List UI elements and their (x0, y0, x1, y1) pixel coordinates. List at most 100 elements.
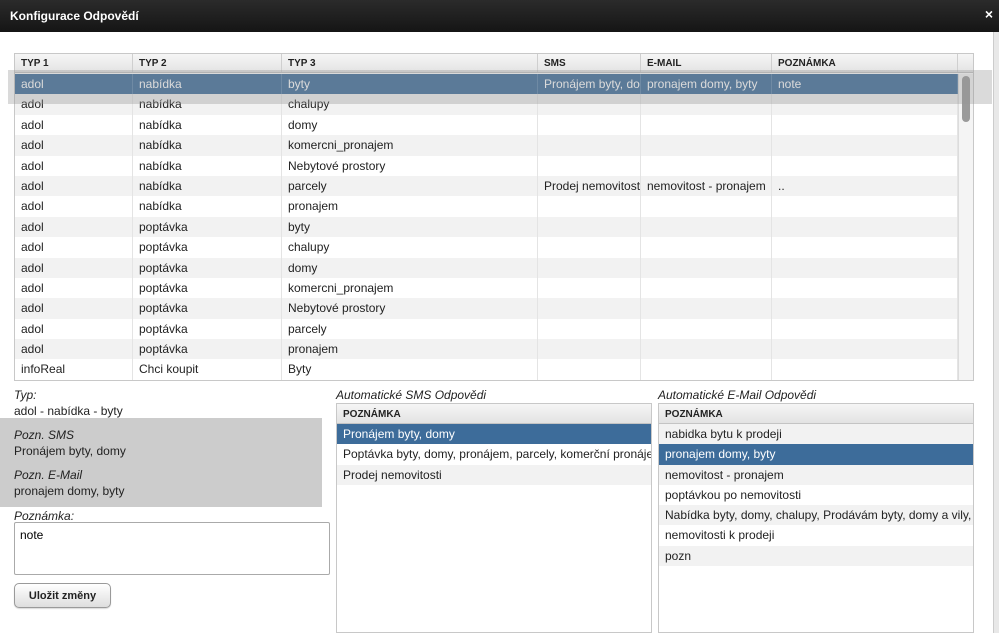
cell-sms (538, 359, 641, 380)
cell-poznamka (772, 216, 958, 238)
cell-typ1: adol (15, 339, 133, 360)
cell-typ2: nabídka (133, 135, 282, 156)
cell-sms (538, 155, 641, 176)
cell-typ2: nabídka (133, 74, 282, 95)
cell-poznamka (772, 339, 958, 360)
cell-typ3: Byty (282, 359, 538, 380)
window-scrollbar[interactable] (993, 32, 999, 633)
email-responses-list: POZNÁMKA nabidka bytu k prodeji pronajem … (658, 403, 974, 633)
cell-email (641, 114, 772, 136)
sms-list-header[interactable]: POZNÁMKA (337, 404, 651, 424)
table-row[interactable]: adol nabídka chalupy (15, 94, 959, 115)
cell-typ1: adol (15, 114, 133, 136)
table-row[interactable]: adolnabídkabytyPronájem byty, domypronaj… (15, 74, 959, 95)
list-item[interactable]: poptávkou po nemovitosti (659, 485, 973, 505)
cell-typ2: nabídka (133, 94, 282, 115)
cell-typ3: pronajem (282, 339, 538, 360)
list-item[interactable]: nemovitosti k prodeji (659, 525, 973, 545)
cell-sms (538, 135, 641, 156)
sms-list-body: Pronájem byty, domy Poptávka byty, domy, … (337, 424, 651, 485)
cell-typ1: adol (15, 175, 133, 197)
list-item[interactable]: Poptávka byty, domy, pronájem, parcely, … (337, 444, 651, 464)
cell-email (641, 196, 772, 217)
table-row[interactable]: adol nabídka Nebytové prostory (15, 155, 959, 176)
cell-poznamka (772, 94, 958, 115)
cell-sms (538, 277, 641, 299)
column-header-email[interactable]: E-MAIL (641, 54, 772, 72)
list-item[interactable]: Prodej nemovitosti (337, 464, 651, 485)
list-item[interactable]: Pronájem byty, domy (337, 424, 651, 445)
list-item[interactable]: nabidka bytu k prodeji (659, 424, 973, 445)
column-header-poznamka[interactable]: POZNÁMKA (772, 54, 958, 72)
sms-responses-list: POZNÁMKA Pronájem byty, domy Poptávka byt… (336, 403, 652, 633)
table-row[interactable]: adol poptávka Nebytové prostory (15, 298, 959, 319)
cell-typ3: chalupy (282, 94, 538, 115)
window-titlebar: Konfigurace Odpovědí × (0, 0, 999, 32)
email-list-header[interactable]: POZNÁMKA (659, 404, 973, 424)
cell-typ3: byty (282, 216, 538, 238)
cell-typ1: adol (15, 318, 133, 340)
cell-email: nemovitost - pronajem (641, 175, 772, 197)
cell-email (641, 359, 772, 380)
table-row[interactable]: adol poptávka chalupy (15, 237, 959, 258)
cell-typ3: parcely (282, 175, 538, 197)
list-item[interactable]: Nabídka byty, domy, chalupy, Prodávám by… (659, 505, 973, 526)
list-item[interactable]: pronajem domy, byty (659, 444, 973, 465)
cell-typ2: poptávka (133, 277, 282, 299)
table-row[interactable]: adol poptávka byty (15, 216, 959, 238)
grid-scrollbar[interactable] (958, 74, 973, 380)
table-row[interactable]: adol poptávka pronajem (15, 339, 959, 360)
cell-email (641, 318, 772, 340)
save-changes-button[interactable]: Uložit změny (14, 583, 111, 608)
sms-note-label: Pozn. SMS (14, 428, 75, 442)
cell-email (641, 237, 772, 258)
column-header-typ3[interactable]: TYP 3 (282, 54, 538, 72)
close-icon[interactable]: × (985, 6, 993, 22)
cell-poznamka (772, 318, 958, 340)
cell-poznamka (772, 196, 958, 217)
table-row[interactable]: adol nabídka komercni_pronajem (15, 135, 959, 156)
cell-typ2: nabídka (133, 196, 282, 217)
cell-email (641, 339, 772, 360)
list-item[interactable]: nemovitost - pronajem (659, 464, 973, 485)
column-header-sms[interactable]: SMS (538, 54, 641, 72)
poznamka-input[interactable]: note (14, 522, 330, 575)
cell-sms: Prodej nemovitosti (538, 175, 641, 197)
table-row[interactable]: adol poptávka domy (15, 257, 959, 278)
email-note-value: pronajem domy, byty (14, 484, 125, 498)
cell-email (641, 257, 772, 278)
cell-typ1: adol (15, 216, 133, 238)
cell-typ1: infoReal (15, 359, 133, 380)
cell-typ3: domy (282, 257, 538, 278)
table-row[interactable]: adol nabídka pronajem (15, 196, 959, 217)
cell-poznamka: note (772, 74, 958, 95)
cell-sms (538, 94, 641, 115)
table-row[interactable]: adol nabídka parcely Prodej nemovitosti nemo… (15, 175, 959, 197)
table-row[interactable]: infoReal Chci koupit Byty (15, 359, 959, 380)
column-header-typ1[interactable]: TYP 1 (15, 54, 133, 72)
cell-poznamka (772, 237, 958, 258)
table-row[interactable]: adol poptávka parcely (15, 318, 959, 340)
cell-sms (538, 216, 641, 238)
sms-list-title: Automatické SMS Odpovědi (336, 388, 487, 402)
cell-poznamka (772, 277, 958, 299)
email-note-label: Pozn. E-Mail (14, 468, 83, 482)
grid-scroll-thumb[interactable] (962, 76, 970, 122)
cell-poznamka (772, 155, 958, 176)
cell-typ3: domy (282, 114, 538, 136)
cell-poznamka: .. (772, 175, 958, 197)
cell-email (641, 277, 772, 299)
email-list-body: nabidka bytu k prodeji pronajem domy, byt… (659, 424, 973, 567)
table-row[interactable]: adol poptávka komercni_pronajem (15, 277, 959, 299)
cell-email (641, 94, 772, 115)
cell-sms: Pronájem byty, domy (538, 74, 641, 95)
cell-typ2: poptávka (133, 237, 282, 258)
column-header-typ2[interactable]: TYP 2 (133, 54, 282, 72)
table-row[interactable]: adol nabídka domy (15, 114, 959, 136)
grid-body: adolnabídkabytyPronájem byty, domypronaj… (15, 74, 959, 380)
cell-typ3: Nebytové prostory (282, 298, 538, 319)
cell-typ1: adol (15, 277, 133, 299)
cell-typ1: adol (15, 155, 133, 176)
list-item[interactable]: pozn (659, 545, 973, 567)
typ-value: adol - nabídka - byty (14, 404, 123, 418)
